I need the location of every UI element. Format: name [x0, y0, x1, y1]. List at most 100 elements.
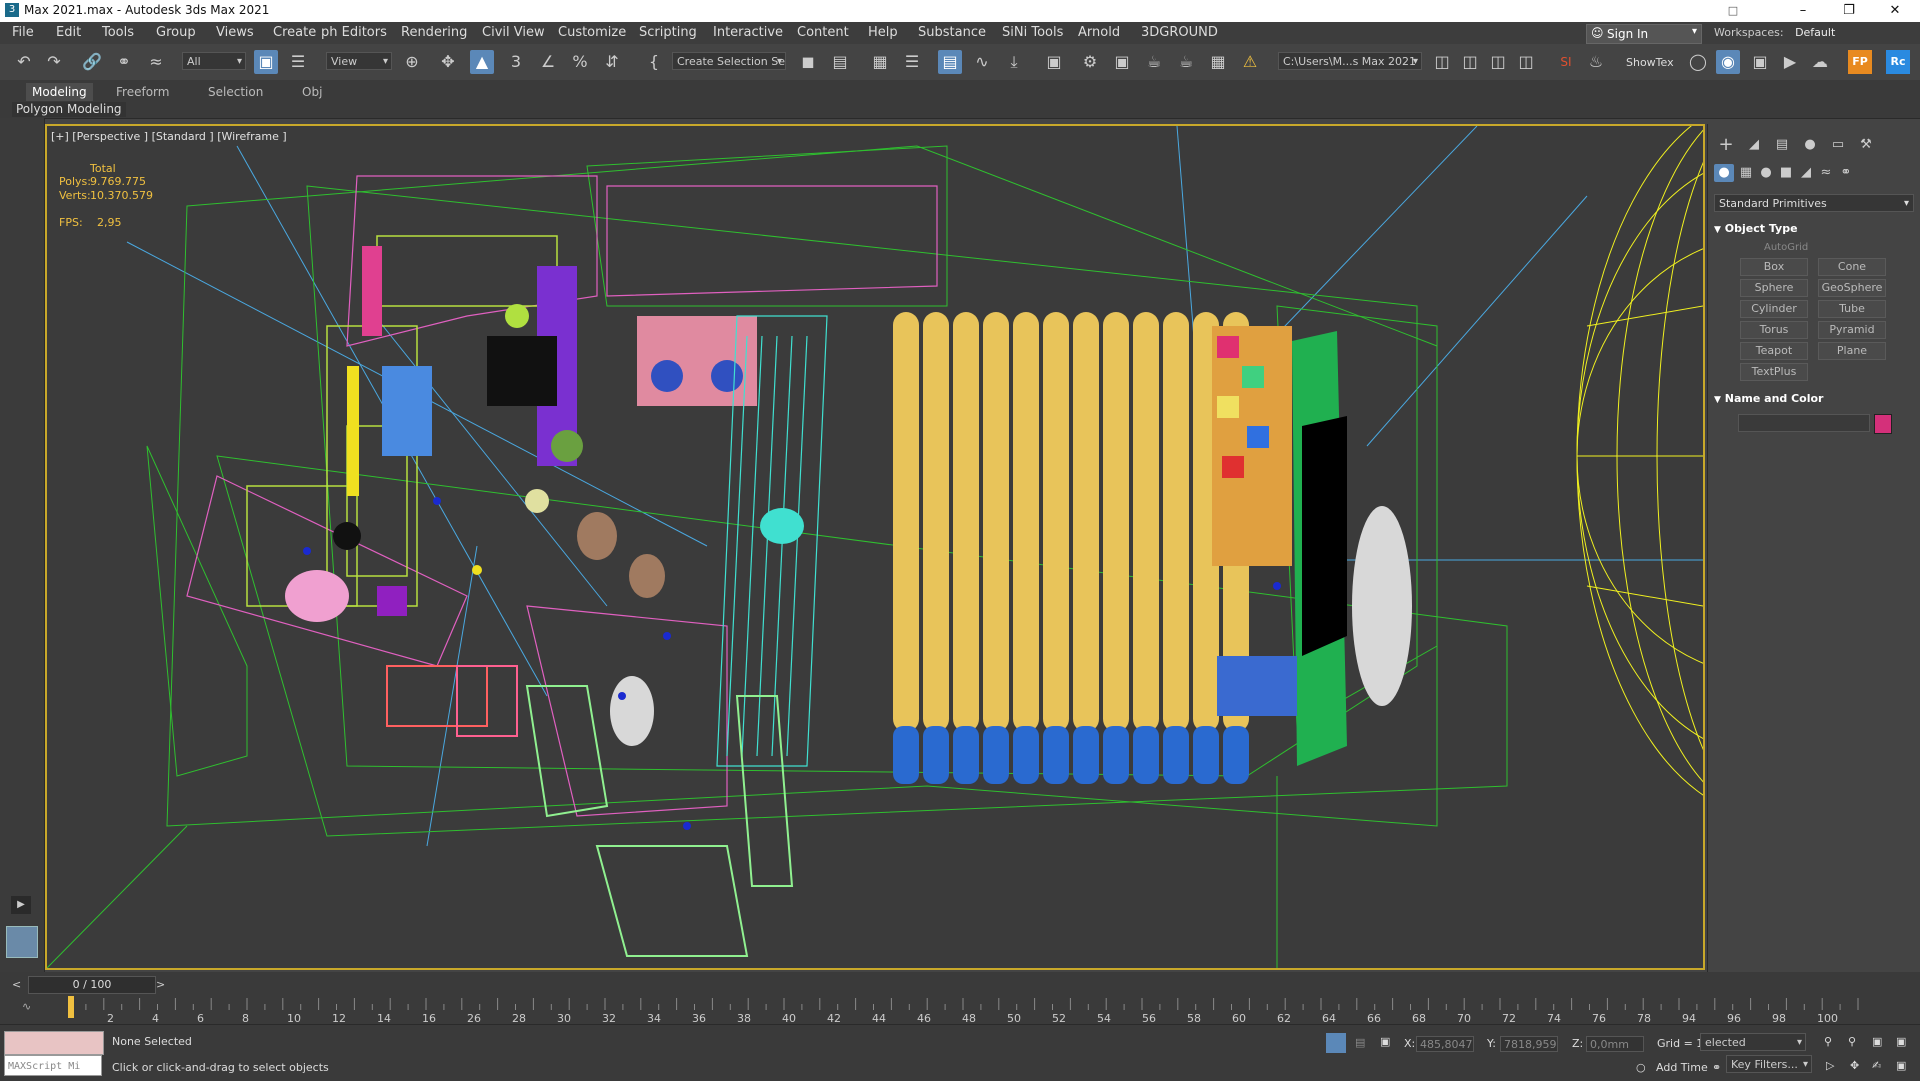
menu-arnold[interactable]: Arnold	[1078, 25, 1120, 40]
lights-icon[interactable]: ●	[1756, 164, 1776, 182]
tab-object-paint[interactable]: Obj	[296, 83, 328, 101]
plugin-frame-icon[interactable]: ▣	[1748, 50, 1772, 74]
systems-icon[interactable]: ⚭	[1836, 164, 1856, 182]
plugin-flame-icon[interactable]: ♨	[1584, 50, 1608, 74]
cone-button[interactable]: Cone	[1818, 258, 1886, 276]
cylinder-button[interactable]: Cylinder	[1740, 300, 1808, 318]
play-icon[interactable]: ▷	[1826, 1059, 1834, 1072]
menu-help[interactable]: Help	[868, 25, 898, 40]
render-setup-icon[interactable]: ⚙	[1078, 50, 1102, 74]
minimize-button[interactable]: –	[1780, 0, 1826, 22]
curve-toggle-icon[interactable]: ∿	[22, 1000, 31, 1013]
pan-icon[interactable]: ✍	[1872, 1059, 1881, 1072]
utilities-tab-wrench-icon[interactable]: ⚒	[1856, 136, 1876, 154]
zoom-extents-all-icon[interactable]: ▣	[1896, 1035, 1906, 1048]
selected-dropdown[interactable]: elected	[1700, 1033, 1806, 1051]
bind-space-warp-icon[interactable]: ≈	[144, 50, 168, 74]
motion-tab-icon[interactable]: ●	[1800, 136, 1820, 154]
track-bar[interactable]: 2 4 6 8 10 12 14 16 26 28 30 32 34 36 38 40 42 44 46 48 50 52…	[68, 996, 1868, 1025]
menu-rendering[interactable]: Rendering	[401, 25, 467, 40]
select-object-icon[interactable]: ▣	[254, 50, 278, 74]
object-type-rollout[interactable]: ▼ Object Type	[1714, 220, 1914, 238]
spinner-snap-icon[interactable]: ⇵	[600, 50, 624, 74]
maxscript-output[interactable]	[4, 1031, 104, 1055]
scene-explorer-icon[interactable]: ▦	[868, 50, 892, 74]
maxscript-input[interactable]: MAXScript Mi	[4, 1055, 102, 1076]
select-by-name-icon[interactable]: ☰	[286, 50, 310, 74]
warning-icon[interactable]: ⚠	[1238, 50, 1262, 74]
polygon-modeling-panel[interactable]: Polygon Modeling	[12, 102, 126, 117]
menu-file[interactable]: File	[12, 25, 34, 40]
menu-content[interactable]: Content	[797, 25, 849, 40]
tab-selection[interactable]: Selection	[202, 83, 269, 101]
menu-sini-tools[interactable]: SiNi Tools	[1002, 25, 1063, 40]
material-editor-icon[interactable]: ▣	[1042, 50, 1066, 74]
maximize-button[interactable]: ❐	[1826, 0, 1872, 22]
teapot-button[interactable]: Teapot	[1740, 342, 1808, 360]
time-cursor[interactable]	[68, 996, 74, 1018]
time-next-icon[interactable]: >	[156, 978, 165, 991]
torus-button[interactable]: Torus	[1740, 321, 1808, 339]
y-coordinate-field[interactable]: 7818,9595	[1500, 1036, 1558, 1052]
forest-pack-icon[interactable]: FP	[1848, 50, 1872, 74]
geosphere-button[interactable]: GeoSphere	[1818, 279, 1886, 297]
menu-civil-view[interactable]: Civil View	[482, 25, 545, 40]
menu-group[interactable]: Group	[156, 25, 196, 40]
menu-customize[interactable]: Customize	[558, 25, 626, 40]
layer-explorer-icon[interactable]: ☰	[900, 50, 924, 74]
menu-interactive[interactable]: Interactive	[713, 25, 783, 40]
add-time-tag-icon[interactable]: ○	[1636, 1061, 1646, 1074]
plugin-cloud-icon[interactable]: ☁	[1808, 50, 1832, 74]
plugin-camera-icon[interactable]: ◉	[1716, 50, 1740, 74]
unlink-icon[interactable]: ⚭	[112, 50, 136, 74]
menu-substance[interactable]: Substance	[918, 25, 986, 40]
project-path-dropdown[interactable]: C:\Users\M...s Max 2021	[1278, 52, 1422, 70]
tube-button[interactable]: Tube	[1818, 300, 1886, 318]
si-plugin-icon[interactable]: SI	[1554, 50, 1578, 74]
plugin-arrow-icon[interactable]: ▶	[1778, 50, 1802, 74]
edit-named-selection-icon[interactable]: {	[642, 50, 666, 74]
sign-in-dropdown[interactable]: ☺ Sign In ▾	[1586, 24, 1702, 44]
snaps-toggle-icon[interactable]: 3	[504, 50, 528, 74]
name-and-color-rollout[interactable]: ▼ Name and Color	[1714, 390, 1914, 408]
project-create-icon[interactable]: ◫	[1458, 50, 1482, 74]
tab-freeform[interactable]: Freeform	[110, 83, 175, 101]
maximize-viewport-icon[interactable]: ▣	[1896, 1059, 1906, 1072]
showtex-label[interactable]: ShowTex	[1626, 56, 1674, 69]
menu-scripting[interactable]: Scripting	[639, 25, 697, 40]
helpers-icon[interactable]: ◢	[1796, 164, 1816, 182]
key-filters-button[interactable]: Key Filters...	[1726, 1055, 1812, 1073]
select-and-move-icon[interactable]: ✥	[436, 50, 460, 74]
selection-filter-dropdown[interactable]: All	[182, 52, 246, 70]
space-warps-icon[interactable]: ≈	[1816, 164, 1836, 182]
zoom-all-icon[interactable]: ⚲	[1848, 1035, 1856, 1048]
time-slider[interactable]: 0 / 100	[28, 976, 156, 994]
absolute-mode-icon[interactable]: ▣	[1380, 1035, 1390, 1048]
menu-views[interactable]: Views	[216, 25, 254, 40]
rendered-frame-window-icon[interactable]: ▣	[1110, 50, 1134, 74]
plane-button[interactable]: Plane	[1818, 342, 1886, 360]
reference-coordinate-dropdown[interactable]: View	[326, 52, 392, 70]
display-tab-icon[interactable]: ▭	[1828, 136, 1848, 154]
undo-icon[interactable]: ↶	[12, 50, 36, 74]
time-prev-icon[interactable]: <	[12, 978, 21, 991]
add-time-tag-label[interactable]: Add Time	[1656, 1061, 1708, 1074]
align-icon[interactable]: ▤	[828, 50, 852, 74]
curve-editor-icon[interactable]: ∿	[970, 50, 994, 74]
textplus-button[interactable]: TextPlus	[1740, 363, 1808, 381]
z-coordinate-field[interactable]: 0,0mm	[1586, 1036, 1644, 1052]
project-open-icon[interactable]: ◫	[1486, 50, 1510, 74]
modify-tab-icon[interactable]: ◢	[1744, 136, 1764, 154]
render-iterative-icon[interactable]: ☕	[1174, 50, 1198, 74]
angle-snap-icon[interactable]: ∠	[536, 50, 560, 74]
select-and-link-icon[interactable]: 🔗	[80, 50, 104, 74]
menu-graph-editors[interactable]: ph Editors	[321, 25, 387, 40]
mirror-icon[interactable]: ◼	[796, 50, 820, 74]
tab-modeling[interactable]: Modeling	[26, 83, 93, 101]
render-production-icon[interactable]: ☕	[1142, 50, 1166, 74]
close-button[interactable]: ✕	[1872, 0, 1918, 22]
railclone-icon[interactable]: Rc	[1886, 50, 1910, 74]
menu-tools[interactable]: Tools	[102, 25, 134, 40]
x-coordinate-field[interactable]: 485,8047m	[1416, 1036, 1474, 1052]
select-manipulate-icon[interactable]: ▲	[470, 50, 494, 74]
